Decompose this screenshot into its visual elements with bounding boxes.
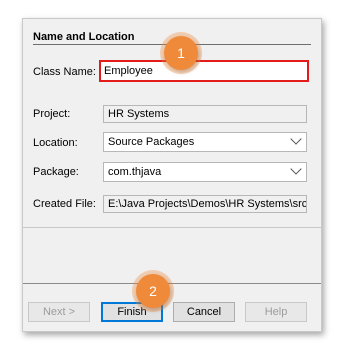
location-label: Location: bbox=[33, 137, 78, 149]
class-name-label: Class Name: bbox=[33, 66, 96, 78]
package-combo[interactable]: com.thjava bbox=[103, 162, 307, 182]
project-field: HR Systems bbox=[103, 105, 307, 123]
project-label: Project: bbox=[33, 108, 71, 120]
chevron-down-icon bbox=[290, 163, 302, 175]
chevron-down-icon bbox=[290, 133, 302, 145]
step-1-badge: 1 bbox=[164, 36, 198, 70]
step-2-badge: 2 bbox=[136, 274, 170, 308]
class-name-input[interactable]: Employee bbox=[99, 60, 309, 82]
location-select[interactable]: Source Packages bbox=[103, 132, 307, 152]
help-button[interactable]: Help bbox=[245, 302, 307, 322]
created-file-field: E:\Java Projects\Demos\HR Systems\src\ bbox=[103, 195, 307, 213]
content-divider bbox=[23, 227, 321, 228]
cancel-button[interactable]: Cancel bbox=[173, 302, 235, 322]
button-bar-divider bbox=[23, 283, 321, 284]
location-select-value: Source Packages bbox=[108, 136, 195, 148]
package-label: Package: bbox=[33, 166, 79, 178]
created-file-label: Created File: bbox=[33, 198, 96, 210]
next-button[interactable]: Next > bbox=[28, 302, 90, 322]
section-title: Name and Location bbox=[33, 31, 135, 43]
package-combo-value: com.thjava bbox=[108, 166, 162, 178]
